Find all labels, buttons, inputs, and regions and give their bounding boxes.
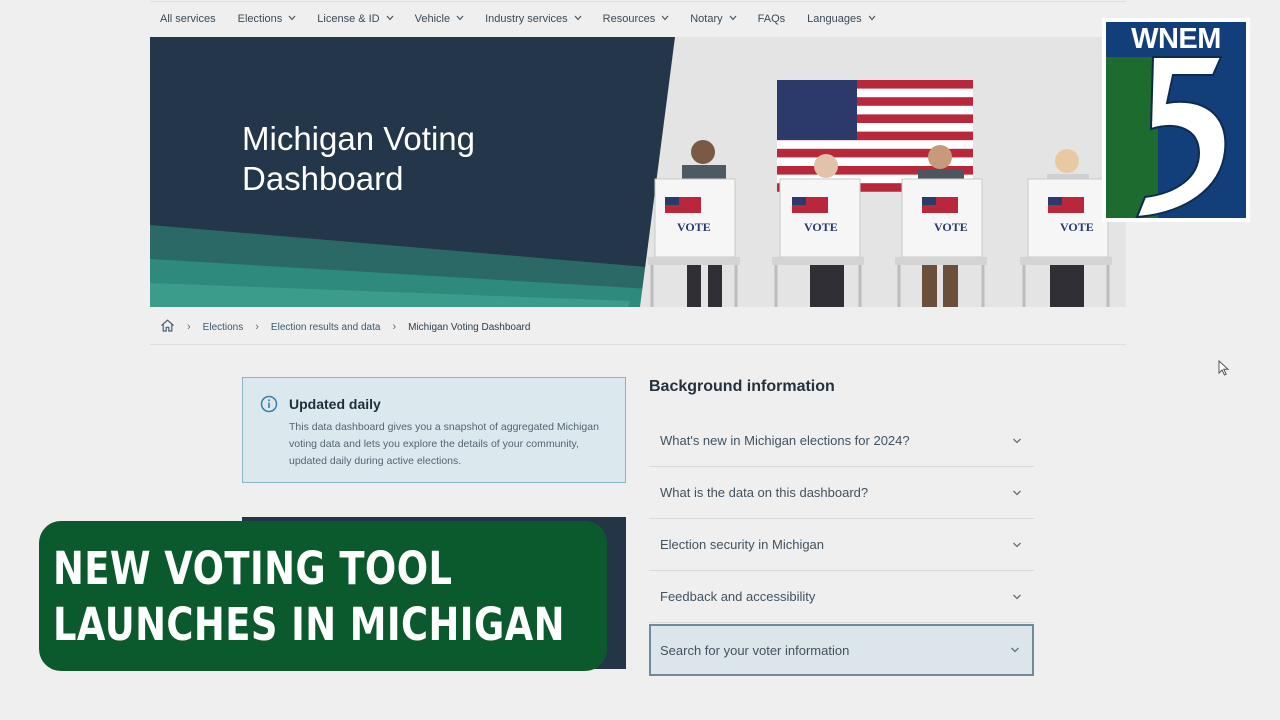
home-icon[interactable] xyxy=(160,319,175,335)
breadcrumb-election-results[interactable]: Election results and data xyxy=(271,322,381,333)
svg-text:VOTE: VOTE xyxy=(1060,220,1094,234)
headline-line2: LAUNCHES IN MICHIGAN xyxy=(53,598,565,651)
breadcrumb-chevron-icon: › xyxy=(392,321,397,333)
nav-all-services-label: All services xyxy=(160,12,216,25)
nav-vehicle[interactable]: Vehicle xyxy=(414,12,464,25)
background-accordion: What's new in Michigan elections for 202… xyxy=(649,415,1034,676)
nav-elections-label: Elections xyxy=(237,12,283,25)
chevron-down-icon xyxy=(868,15,876,22)
page-title-line1: Michigan Voting xyxy=(242,120,475,157)
chevron-down-icon xyxy=(386,15,394,22)
accordion-item-voter-search[interactable]: Search for your voter information xyxy=(649,624,1034,676)
nav-industry-services-label: Industry services xyxy=(485,12,568,25)
nav-all-services[interactable]: All services xyxy=(160,13,216,25)
nav-resources[interactable]: Resources xyxy=(603,13,669,25)
page-title-line2: Dashboard xyxy=(242,160,404,197)
nav-elections[interactable]: Elections xyxy=(238,13,296,25)
chevron-down-icon xyxy=(574,15,582,22)
chevron-down-icon xyxy=(456,15,464,22)
background-heading: Background information xyxy=(649,378,835,395)
breadcrumb: › Elections › Election results and data … xyxy=(160,317,530,337)
accordion-item-feedback[interactable]: Feedback and accessibility xyxy=(649,571,1034,623)
headline-line1: NEW VOTING TOOL xyxy=(53,542,453,595)
nav-vehicle-label: Vehicle xyxy=(414,12,451,25)
chevron-down-icon xyxy=(1013,438,1021,443)
accordion-label: Feedback and accessibility xyxy=(660,589,816,604)
svg-text:VOTE: VOTE xyxy=(677,220,711,234)
nav-faqs[interactable]: FAQs xyxy=(758,13,786,25)
news-lower-third: NEW VOTING TOOL LAUNCHES IN MICHIGAN xyxy=(39,521,607,671)
chevron-down-icon xyxy=(1013,542,1021,547)
accordion-label: What's new in Michigan elections for 202… xyxy=(660,433,910,448)
nav-industry-services[interactable]: Industry services xyxy=(485,12,582,25)
breadcrumb-divider xyxy=(150,344,1126,345)
chevron-down-icon xyxy=(288,15,296,22)
nav-resources-label: Resources xyxy=(602,12,656,25)
accordion-item-whats-new[interactable]: What's new in Michigan elections for 202… xyxy=(649,415,1034,467)
station-logo: WNEM xyxy=(1101,17,1251,223)
accordion-item-security[interactable]: Election security in Michigan xyxy=(649,519,1034,571)
nav-license-id[interactable]: License & ID xyxy=(317,12,394,25)
page-title: Michigan Voting Dashboard xyxy=(242,119,572,199)
breadcrumb-chevron-icon: › xyxy=(255,321,259,333)
hero-banner: VOTE VOTE VOTE VOTE Michigan Voting Dash… xyxy=(150,37,1126,307)
accordion-label: What is the data on this dashboard? xyxy=(660,485,869,500)
updated-daily-notice: Updated daily This data dashboard gives … xyxy=(242,377,626,483)
svg-text:VOTE: VOTE xyxy=(804,220,838,234)
accordion-label: Search for your voter information xyxy=(660,642,850,658)
chevron-down-icon xyxy=(1013,490,1021,495)
nav-notary-label: Notary xyxy=(690,12,723,25)
logo-wordmark: WNEM xyxy=(1131,23,1221,55)
accordion-label: Election security in Michigan xyxy=(660,537,825,552)
nav-faqs-label: FAQs xyxy=(757,12,786,25)
notice-body: This data dashboard gives you a snapshot… xyxy=(289,421,599,467)
chevron-down-icon xyxy=(661,15,669,22)
svg-text:VOTE: VOTE xyxy=(934,220,968,234)
nav-license-id-label: License & ID xyxy=(317,12,380,25)
nav-languages-label: Languages xyxy=(807,12,862,25)
chevron-down-icon xyxy=(729,15,737,22)
chevron-down-icon xyxy=(1011,647,1019,653)
breadcrumb-chevron-icon: › xyxy=(187,321,191,333)
nav-notary[interactable]: Notary xyxy=(690,12,737,25)
notice-title: Updated daily xyxy=(289,396,381,412)
breadcrumb-elections[interactable]: Elections xyxy=(203,322,244,333)
accordion-item-data[interactable]: What is the data on this dashboard? xyxy=(649,467,1034,519)
breadcrumb-current: Michigan Voting Dashboard xyxy=(408,321,531,333)
nav-languages[interactable]: Languages xyxy=(807,12,876,25)
chevron-down-icon xyxy=(1013,594,1021,599)
mouse-cursor-icon xyxy=(1218,360,1230,376)
top-navigation: All services Elections License & ID Vehi… xyxy=(150,0,1126,37)
info-icon xyxy=(260,395,278,413)
